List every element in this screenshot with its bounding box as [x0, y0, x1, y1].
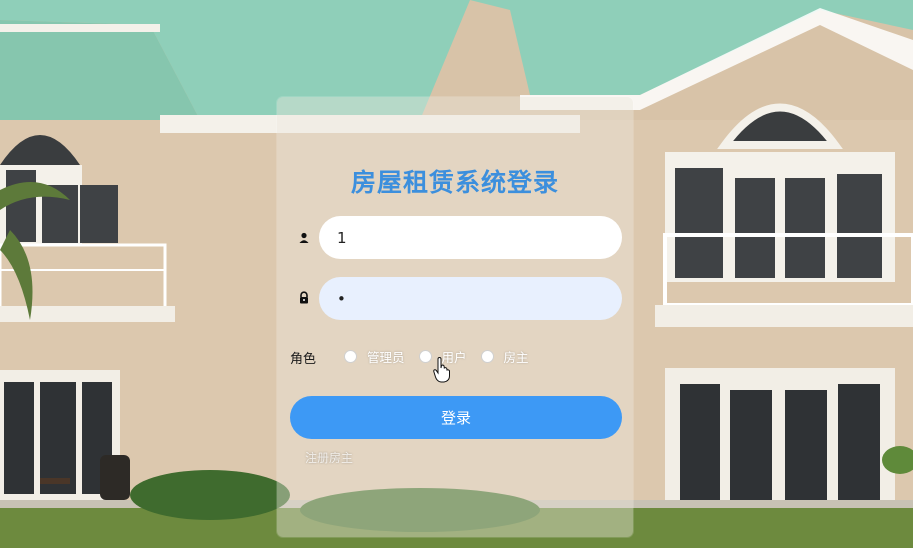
role-label: 角色 [290, 352, 317, 367]
user-icon [299, 232, 309, 243]
role-option-landlord[interactable]: 房主 [480, 347, 529, 366]
register-landlord-link[interactable]: 注册房主 [305, 449, 353, 466]
password-input[interactable] [319, 277, 622, 320]
login-button[interactable]: 登录 [290, 396, 622, 439]
radio-button-admin[interactable] [344, 350, 357, 363]
login-page: 房屋租赁系统登录 角色 管理员 用户 房主 [0, 0, 913, 548]
login-title: 房屋租赁系统登录 [350, 168, 559, 197]
role-option-admin-label: 管理员 [367, 350, 405, 365]
username-input[interactable] [319, 216, 622, 259]
radio-button-landlord[interactable] [480, 350, 494, 363]
role-option-admin[interactable]: 管理员 [344, 347, 405, 366]
hand-pointer-icon [433, 357, 450, 383]
login-panel: 房屋租赁系统登录 角色 管理员 用户 房主 [277, 97, 633, 537]
radio-button-user[interactable] [418, 350, 432, 363]
role-option-landlord-label: 房主 [503, 350, 529, 365]
lock-icon [300, 291, 308, 304]
